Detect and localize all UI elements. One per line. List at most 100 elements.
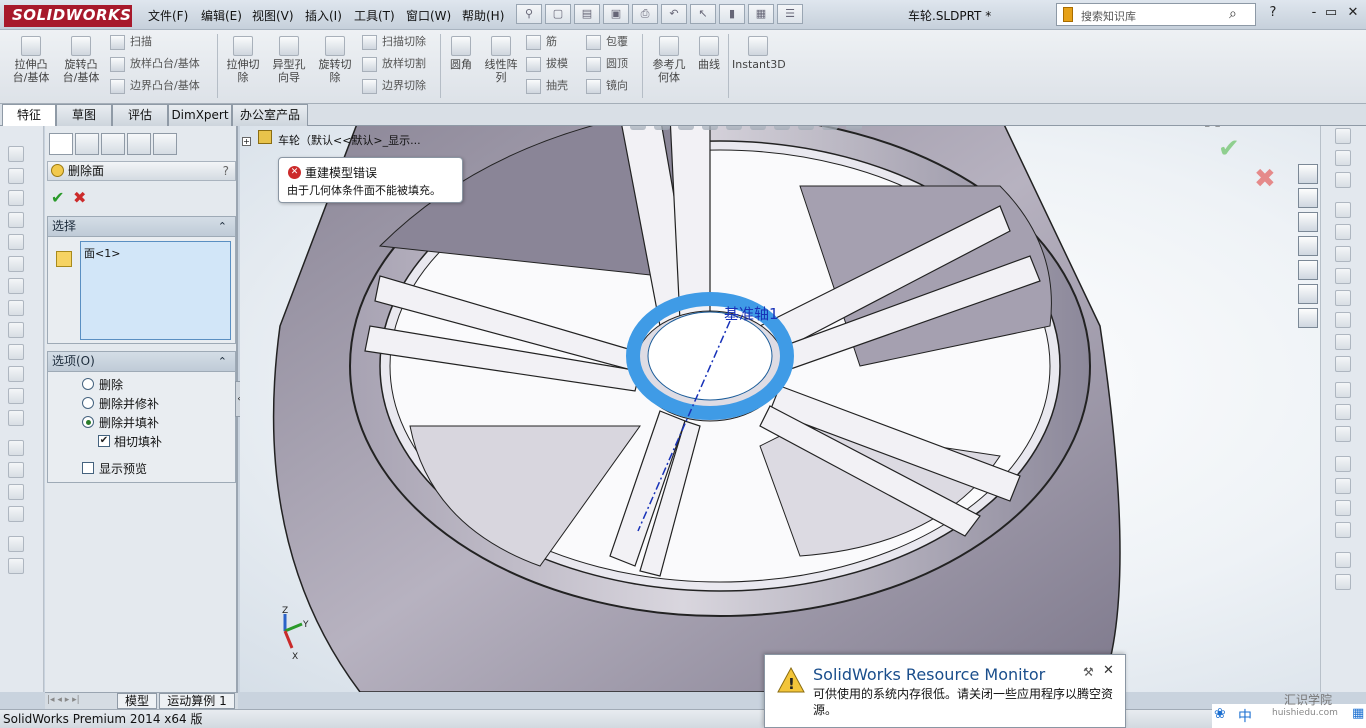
collapse-icon[interactable]: ⌃ <box>218 352 227 371</box>
minimize-button[interactable]: - <box>1305 5 1323 23</box>
move-face-icon[interactable] <box>8 388 24 404</box>
expand-icon[interactable]: + <box>242 137 251 146</box>
shortcut-icon[interactable] <box>1335 334 1351 350</box>
viewport-window-controls[interactable]: ▯ ▯ ‒ ▭ ✕ <box>1204 126 1262 128</box>
delete-patch-radio[interactable] <box>82 397 94 409</box>
selected-face-item[interactable]: 面<1> <box>84 247 120 260</box>
mirror-button[interactable]: 镜向 <box>584 77 628 97</box>
edit-appearance-icon[interactable] <box>798 126 814 130</box>
shortcut-icon[interactable] <box>1335 552 1351 568</box>
menu-help[interactable]: 帮助(H) <box>462 7 504 24</box>
hole-wizard-button[interactable]: 异型孔向导 <box>268 34 310 84</box>
apply-scene-icon[interactable] <box>822 126 838 130</box>
design-library-icon[interactable] <box>1298 212 1318 232</box>
tangent-fill-checkbox[interactable]: ✔ <box>98 435 110 447</box>
view-orientation-icon[interactable] <box>726 126 742 130</box>
faces-selection-box[interactable]: 面<1> <box>80 241 231 340</box>
tab-scroll-arrows[interactable]: |◂ ◂ ▸ ▸| <box>47 695 80 705</box>
confirm-corner-cancel-icon[interactable]: ✖ <box>1254 164 1276 194</box>
shortcut-icon[interactable] <box>1335 456 1351 472</box>
close-button[interactable]: ✕ <box>1344 5 1362 23</box>
show-preview-checkbox[interactable] <box>82 462 94 474</box>
open-file-icon[interactable]: ▤ <box>574 4 600 24</box>
shortcut-icon[interactable] <box>1335 268 1351 284</box>
instant3d-button[interactable]: Instant3D <box>732 34 786 71</box>
graphics-area[interactable]: 基准轴1 Z Y X + 车轮（默认<<默认>_显示... ▯ ▯ ‒ ▭ ✕ … <box>240 126 1320 692</box>
wrap-button[interactable]: 包覆 <box>584 33 628 53</box>
resources-icon[interactable] <box>1298 164 1318 184</box>
curves-button[interactable]: 曲线 <box>692 34 726 71</box>
wrap-icon[interactable] <box>8 506 24 522</box>
loft-icon[interactable] <box>8 234 24 250</box>
tab-features[interactable]: 特征 <box>2 104 56 126</box>
delete-radio[interactable] <box>82 378 94 390</box>
file-explorer-icon[interactable] <box>1298 236 1318 256</box>
menu-insert[interactable]: 插入(I) <box>305 7 342 24</box>
notification-close-icon[interactable]: ✕ <box>1103 663 1114 678</box>
selection-group-header[interactable]: 选择 ⌃ <box>48 217 235 237</box>
loft-boss-button[interactable]: 放样凸台/基体 <box>108 55 200 75</box>
property-manager-tab-icon[interactable] <box>75 133 99 155</box>
view-palette-icon[interactable] <box>1298 260 1318 280</box>
shortcut-icon[interactable] <box>1335 224 1351 240</box>
shortcut-icon[interactable] <box>1335 246 1351 262</box>
hide-show-icon[interactable] <box>774 126 790 130</box>
boundary-icon[interactable] <box>8 256 24 272</box>
shortcut-icon[interactable] <box>1335 356 1351 372</box>
print-icon[interactable]: ⎙ <box>632 4 658 24</box>
tab-office-products[interactable]: 办公室产品 <box>232 104 308 126</box>
zoom-to-fit-icon[interactable] <box>630 126 646 130</box>
delete-fill-radio[interactable] <box>82 416 94 428</box>
extrude-cut-button[interactable]: 拉伸切除 <box>222 34 264 84</box>
fillet-icon[interactable] <box>8 300 24 316</box>
ime-mode[interactable]: 中 <box>1238 706 1252 726</box>
view-settings-icon[interactable] <box>846 126 862 130</box>
shortcut-icon[interactable] <box>1335 522 1351 538</box>
shell-icon[interactable] <box>8 344 24 360</box>
boundary-boss-button[interactable]: 边界凸台/基体 <box>108 77 200 97</box>
appearances-icon[interactable] <box>1298 284 1318 304</box>
help-button[interactable]: ? <box>1264 5 1282 23</box>
extrude-boss-button[interactable]: 拉伸凸台/基体 <box>8 34 54 84</box>
revolve-cut-button[interactable]: 旋转切除 <box>314 34 356 84</box>
sketch-icon[interactable] <box>8 146 24 162</box>
undo-icon[interactable]: ↶ <box>661 4 687 24</box>
draft-button[interactable]: 拔模 <box>524 55 568 75</box>
reference-geometry-icon[interactable] <box>8 536 24 552</box>
menu-edit[interactable]: 编辑(E) <box>201 7 242 24</box>
ime-paw-icon[interactable]: ❀ <box>1214 706 1226 722</box>
shortcut-icon[interactable] <box>1335 312 1351 328</box>
shell-button[interactable]: 抽壳 <box>524 77 568 97</box>
fillet-button[interactable]: 圆角 <box>444 34 478 71</box>
home-icon[interactable] <box>1298 188 1318 208</box>
curves-icon[interactable] <box>8 558 24 574</box>
lofted-cut-button[interactable]: 放样切割 <box>360 55 426 75</box>
chamfer-icon[interactable] <box>8 322 24 338</box>
extrude-icon[interactable] <box>8 168 24 184</box>
menu-window[interactable]: 窗口(W) <box>406 7 451 24</box>
shortcut-icon[interactable] <box>1335 404 1351 420</box>
shortcut-icon[interactable] <box>1335 574 1351 590</box>
wheel-model[interactable]: 基准轴1 Z Y X <box>240 126 1320 692</box>
search-icon[interactable]: ⌕ <box>1229 6 1237 22</box>
flex-icon[interactable] <box>8 440 24 456</box>
deform-icon[interactable] <box>8 462 24 478</box>
shortcut-icon[interactable] <box>1335 128 1351 144</box>
custom-properties-icon[interactable] <box>1298 308 1318 328</box>
save-icon[interactable]: ▣ <box>603 4 629 24</box>
file-properties-icon[interactable]: ▦ <box>748 4 774 24</box>
cancel-button[interactable]: ✖ <box>73 188 86 207</box>
ok-button[interactable]: ✔ <box>51 188 64 207</box>
section-view-icon[interactable] <box>702 126 718 130</box>
select-icon[interactable]: ↖ <box>690 4 716 24</box>
confirm-corner-ok-icon[interactable]: ✔ <box>1218 134 1240 164</box>
notification-settings-icon[interactable]: ⚒ <box>1083 665 1094 679</box>
cut-icon[interactable] <box>8 278 24 294</box>
shortcut-icon[interactable] <box>1335 202 1351 218</box>
search-input[interactable]: 搜索知识库 ⌕ <box>1056 3 1256 26</box>
swept-cut-button[interactable]: 扫描切除 <box>360 33 426 53</box>
options-icon[interactable]: ☰ <box>777 4 803 24</box>
shortcut-icon[interactable] <box>1335 172 1351 188</box>
previous-view-icon[interactable] <box>678 126 694 130</box>
shortcut-icon[interactable] <box>1335 290 1351 306</box>
